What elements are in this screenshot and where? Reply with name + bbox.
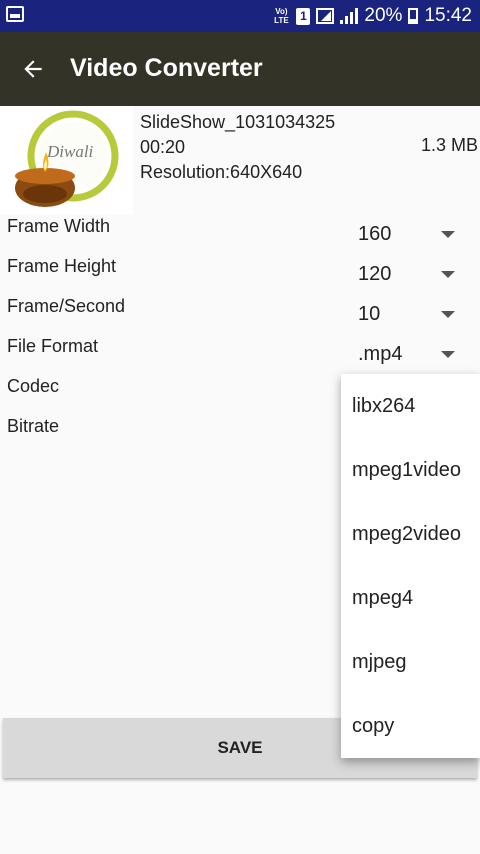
frame-height-value[interactable]: 120 <box>358 263 391 286</box>
codec-option-libx264[interactable]: libx264 <box>341 374 480 438</box>
codec-option-mpeg1video[interactable]: mpeg1video <box>341 438 480 502</box>
video-name: SlideShow_1031034325 <box>140 112 336 132</box>
battery-percent: 20% <box>364 5 403 26</box>
codec-option-mpeg4[interactable]: mpeg4 <box>341 566 480 630</box>
status-time: 15:42 <box>424 5 472 26</box>
status-icons: Vo) LTE 1 20% 15:42 <box>272 4 472 28</box>
frame-width-label: Frame Width <box>7 216 111 236</box>
frame-width-value[interactable]: 160 <box>358 223 391 246</box>
sim-icon: 1 <box>296 7 311 25</box>
gallery-notification-icon <box>6 6 24 22</box>
battery-icon <box>408 8 419 24</box>
video-info: SlideShow_1031034325 00:20 Resolution:64… <box>140 110 335 185</box>
signal-bars-icon <box>340 8 359 24</box>
signal-box-icon <box>316 8 335 24</box>
file-format-dropdown-icon[interactable] <box>441 351 455 358</box>
video-duration: 00:20 <box>140 137 186 157</box>
app-bar: Video Converter <box>0 32 480 106</box>
volte-icon: Vo) LTE <box>274 7 289 25</box>
frame-width-dropdown-icon[interactable] <box>441 231 455 238</box>
codec-dropdown-menu: libx264 mpeg1video mpeg2video mpeg4 mjpe… <box>341 374 480 758</box>
file-format-label: File Format <box>7 336 99 356</box>
video-size: 1.3 MB <box>420 135 478 155</box>
codec-option-copy[interactable]: copy <box>341 694 480 758</box>
file-format-value[interactable]: .mp4 <box>358 343 402 366</box>
app-title: Video Converter <box>70 54 263 82</box>
status-bar: Vo) LTE 1 20% 15:42 <box>0 0 480 32</box>
bitrate-label: Bitrate <box>7 416 60 436</box>
frame-rate-label: Frame/Second <box>7 296 126 316</box>
codec-option-mjpeg[interactable]: mjpeg <box>341 630 480 694</box>
frame-height-dropdown-icon[interactable] <box>441 271 455 278</box>
video-thumbnail: Diwali <box>0 106 133 214</box>
frame-rate-dropdown-icon[interactable] <box>441 311 455 318</box>
codec-option-mpeg2video[interactable]: mpeg2video <box>341 502 480 566</box>
codec-label: Codec <box>7 376 60 396</box>
thumbnail-caption: Diwali <box>47 142 94 161</box>
video-resolution: Resolution:640X640 <box>140 162 303 182</box>
frame-height-label: Frame Height <box>7 256 117 276</box>
frame-rate-value[interactable]: 10 <box>358 303 380 326</box>
back-arrow-icon[interactable] <box>20 56 46 82</box>
